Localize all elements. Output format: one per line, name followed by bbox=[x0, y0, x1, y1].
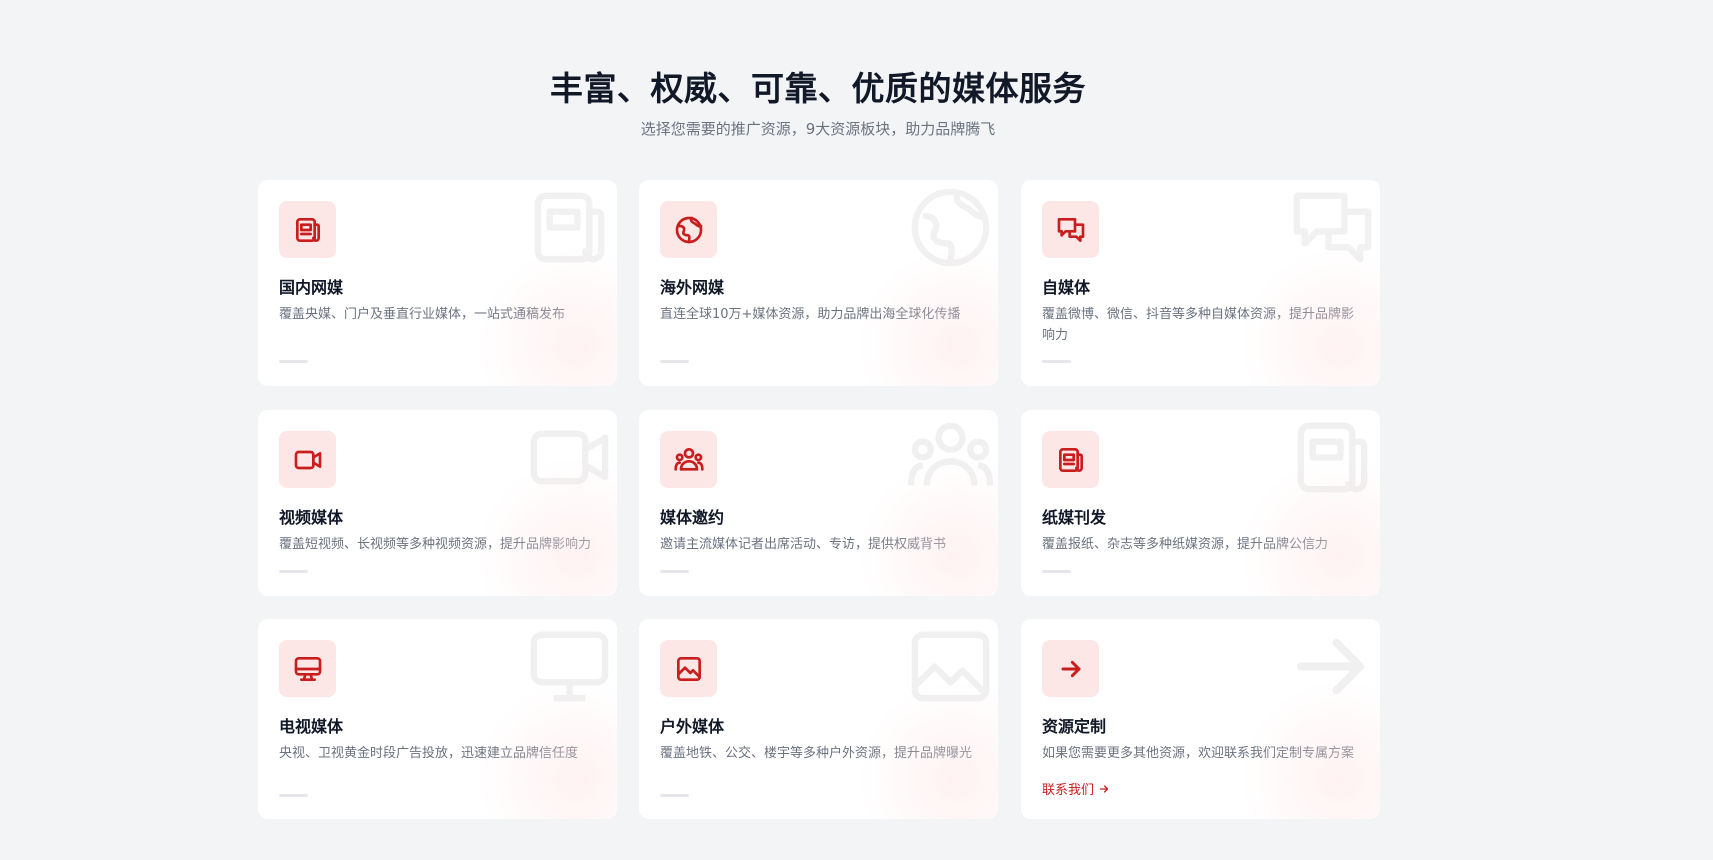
arrow-watermark-icon bbox=[1296, 638, 1365, 695]
tv-monitor-icon-box bbox=[279, 640, 336, 697]
card-description: 覆盖短视频、长视频等多种视频资源，提升品牌影响力 bbox=[279, 537, 592, 552]
card-description: 覆盖央媒、门户及垂直行业媒体，一站式通稿发布 bbox=[279, 307, 566, 322]
arrow-right-small-icon bbox=[1099, 784, 1109, 793]
video-camera-icon bbox=[294, 450, 321, 469]
card-title: 纸媒刊发 bbox=[1042, 508, 1107, 527]
card-media-invitation[interactable]: 媒体邀约 邀请主流媒体记者出席活动、专访，提供权威背书 bbox=[639, 410, 998, 596]
card-divider bbox=[279, 570, 308, 573]
card-title: 户外媒体 bbox=[660, 717, 725, 736]
tv-watermark-icon bbox=[530, 631, 609, 702]
card-domestic-web-media[interactable]: 国内网媒 覆盖央媒、门户及垂直行业媒体，一站式通稿发布 bbox=[258, 180, 617, 386]
card-outdoor-media[interactable]: 户外媒体 覆盖地铁、公交、楼宇等多种户外资源，提升品牌曝光 bbox=[639, 619, 998, 819]
globe-icon-box bbox=[660, 201, 717, 258]
chat-bubbles-icon-box bbox=[1042, 201, 1099, 258]
card-description: 如果您需要更多其他资源，欢迎联系我们定制专属方案 bbox=[1042, 746, 1355, 761]
card-description: 覆盖报纸、杂志等多种纸媒资源，提升品牌公信力 bbox=[1042, 537, 1329, 552]
contact-us-label: 联系我们 bbox=[1042, 783, 1095, 798]
newspaper-icon-box bbox=[1042, 431, 1099, 488]
card-description: 直连全球10万+媒体资源，助力品牌出海全球化传播 bbox=[660, 307, 961, 322]
contact-us-link[interactable]: 联系我们 bbox=[1042, 779, 1110, 798]
card-divider bbox=[1042, 360, 1071, 363]
card-divider bbox=[660, 570, 689, 573]
card-tv-media[interactable]: 电视媒体 央视、卫视黄金时段广告投放，迅速建立品牌信任度 bbox=[258, 619, 617, 819]
arrow-right-icon-box bbox=[1042, 640, 1099, 697]
card-divider bbox=[660, 794, 689, 797]
newspaper-icon bbox=[1058, 447, 1083, 472]
card-title: 视频媒体 bbox=[279, 508, 344, 527]
card-title: 媒体邀约 bbox=[660, 508, 725, 527]
newspaper-icon bbox=[295, 217, 320, 242]
chat-watermark-icon bbox=[1293, 192, 1372, 263]
image-icon-box bbox=[660, 640, 717, 697]
card-print-media[interactable]: 纸媒刊发 覆盖报纸、杂志等多种纸媒资源，提升品牌公信力 bbox=[1021, 410, 1380, 596]
video-camera-icon-box bbox=[279, 431, 336, 488]
section-subtitle: 选择您需要的推广资源，9大资源板块，助力品牌腾飞 bbox=[640, 120, 996, 138]
group-watermark-icon bbox=[907, 422, 994, 486]
chat-bubbles-icon bbox=[1057, 217, 1084, 242]
card-title: 自媒体 bbox=[1042, 278, 1091, 297]
user-group-icon bbox=[673, 447, 704, 471]
card-video-media[interactable]: 视频媒体 覆盖短视频、长视频等多种视频资源，提升品牌影响力 bbox=[258, 410, 617, 596]
card-description: 邀请主流媒体记者出席活动、专访，提供权威背书 bbox=[660, 537, 947, 552]
arrow-right-icon bbox=[1061, 660, 1080, 677]
user-group-icon-box bbox=[660, 431, 717, 488]
globe-watermark-icon bbox=[911, 188, 990, 267]
newspaper-watermark-icon bbox=[534, 192, 605, 263]
video-watermark-icon bbox=[530, 430, 609, 485]
card-divider bbox=[279, 360, 308, 363]
image-watermark-icon bbox=[911, 631, 990, 702]
tv-monitor-icon bbox=[294, 656, 321, 681]
card-divider bbox=[279, 794, 308, 797]
card-divider bbox=[660, 360, 689, 363]
card-title: 资源定制 bbox=[1042, 717, 1107, 736]
image-icon bbox=[676, 656, 701, 681]
media-services-section: 丰富、权威、可靠、优质的媒体服务 选择您需要的推广资源，9大资源板块，助力品牌腾… bbox=[0, 0, 1713, 860]
card-title: 电视媒体 bbox=[279, 717, 344, 736]
card-custom-resources[interactable]: 资源定制 如果您需要更多其他资源，欢迎联系我们定制专属方案 联系我们 bbox=[1021, 619, 1380, 819]
card-self-media[interactable]: 自媒体 覆盖微博、微信、抖音等多种自媒体资源，提升品牌影响力 bbox=[1021, 180, 1380, 386]
card-description: 覆盖微博、微信、抖音等多种自媒体资源，提升品牌影响力 bbox=[1042, 307, 1355, 343]
card-title: 国内网媒 bbox=[279, 278, 344, 297]
card-title: 海外网媒 bbox=[660, 278, 725, 297]
card-overseas-web-media[interactable]: 海外网媒 直连全球10万+媒体资源，助力品牌出海全球化传播 bbox=[639, 180, 998, 386]
card-description: 覆盖地铁、公交、楼宇等多种户外资源，提升品牌曝光 bbox=[660, 746, 973, 761]
newspaper-watermark-icon bbox=[1297, 422, 1368, 493]
section-title: 丰富、权威、可靠、优质的媒体服务 bbox=[550, 69, 1086, 108]
card-description: 央视、卫视黄金时段广告投放，迅速建立品牌信任度 bbox=[279, 746, 579, 761]
newspaper-icon-box bbox=[279, 201, 336, 258]
globe-icon bbox=[675, 216, 702, 243]
card-divider bbox=[1042, 570, 1071, 573]
